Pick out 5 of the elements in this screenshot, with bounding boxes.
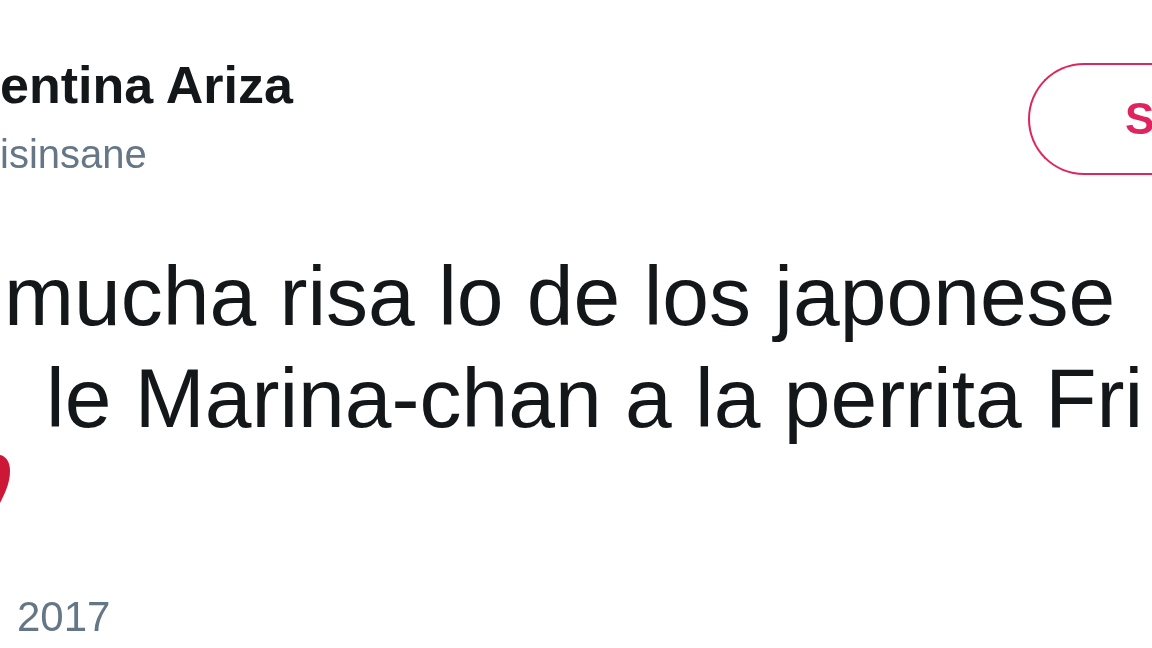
author-handle: isinsane <box>0 131 148 178</box>
tweet-date: 2017 <box>16 593 112 641</box>
heart-icon <box>0 455 10 503</box>
author-name[interactable]: entina Ariza <box>0 55 293 115</box>
tweet-text: mucha risa lo de los japonese le Marina-chan a la perrita Fri <box>3 248 1145 447</box>
